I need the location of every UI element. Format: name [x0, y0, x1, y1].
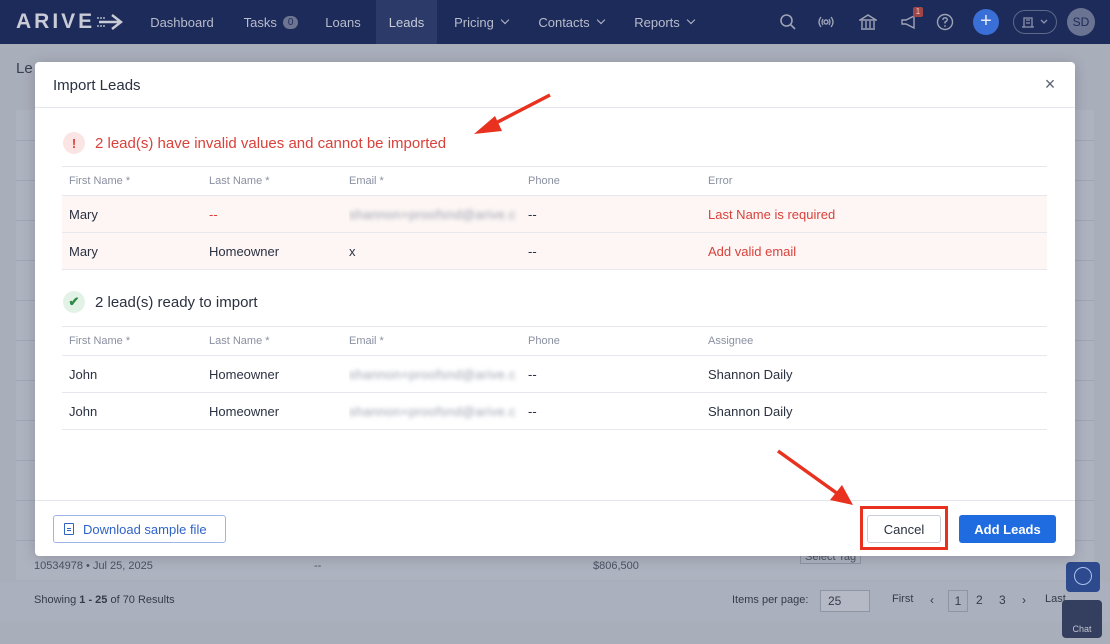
- arrow-annotation-icon: [776, 449, 853, 505]
- cancel-highlight-box: [860, 506, 948, 550]
- arrow-annotation-icon: [474, 93, 551, 134]
